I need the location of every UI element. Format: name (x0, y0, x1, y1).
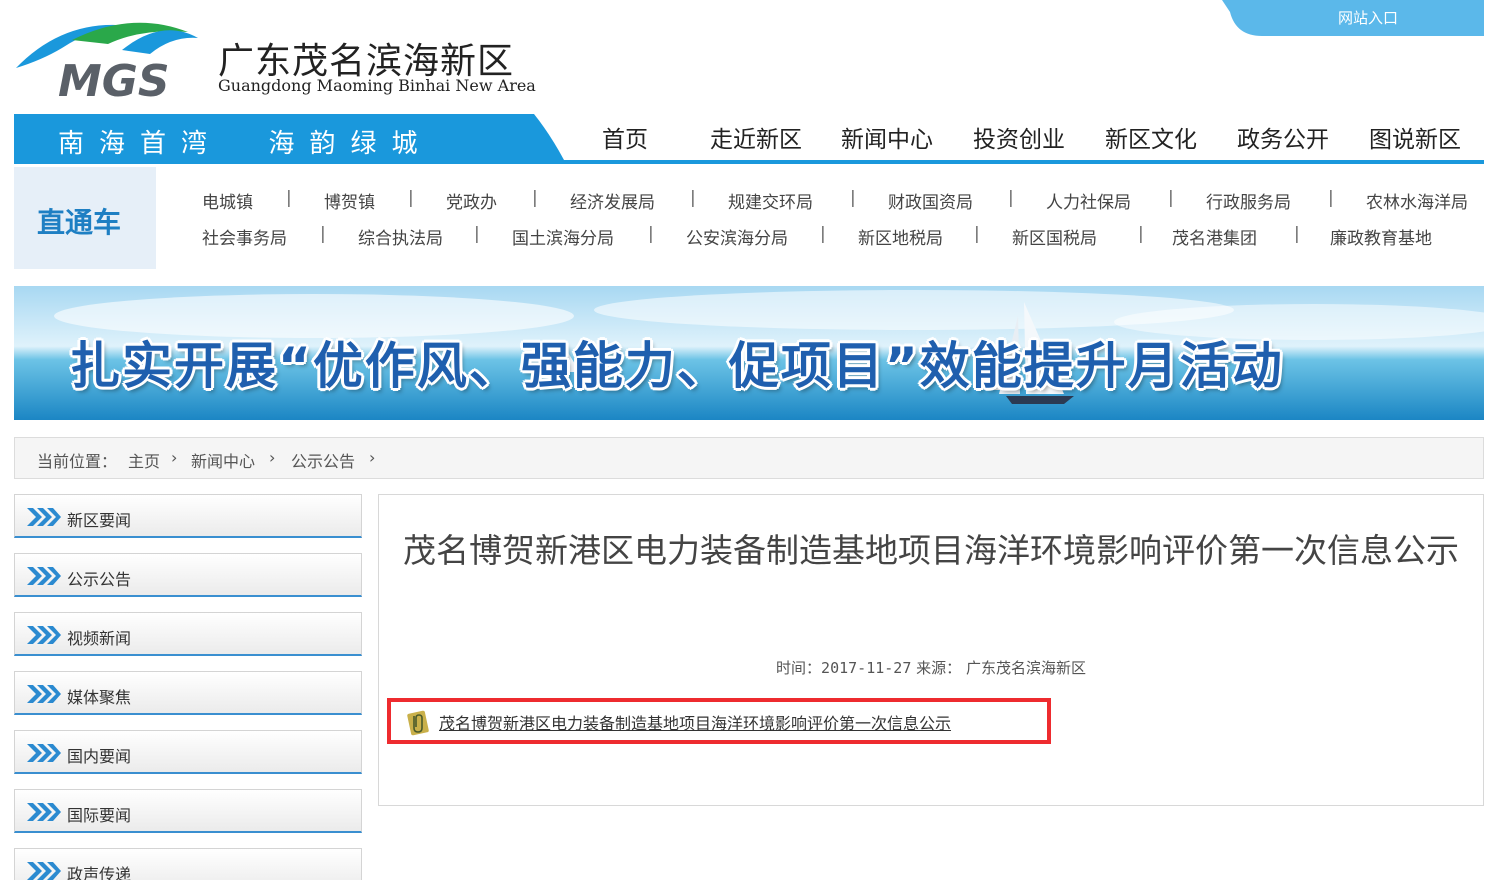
sidebar-item-notices[interactable]: 公示公告 (14, 553, 362, 597)
sidebar-item-domestic-news[interactable]: 国内要闻 (14, 730, 362, 774)
direct-link[interactable]: 农林水海洋局 (1366, 188, 1468, 213)
chevron-right-icon: › (171, 448, 178, 467)
sidebar-item-label: 政声传递 (67, 865, 132, 880)
banner-headline: 扎实开展“优作风、强能力、促项目”效能提升月活动 (70, 337, 1284, 395)
direct-link[interactable]: 新区地税局 (858, 224, 943, 249)
divider: | (408, 188, 414, 208)
sidebar-item-label: 国际要闻 (67, 806, 132, 825)
double-arrow-icon (27, 626, 61, 644)
direct-link[interactable]: 综合执法局 (358, 224, 443, 249)
direct-link[interactable]: 财政国资局 (888, 188, 973, 213)
source-label: 来源： (916, 659, 962, 677)
breadcrumb: 当前位置： 主页 › 新闻中心 › 公示公告 › (14, 437, 1484, 479)
attachment-highlight: 茂名博贺新港区电力装备制造基地项目海洋环境影响评价第一次信息公示 (387, 698, 1051, 744)
divider: | (974, 224, 980, 244)
direct-link[interactable]: 电城镇 (202, 188, 253, 213)
article-meta: 时间：2017-11-27 来源： 广东茂名滨海新区 (379, 657, 1483, 678)
direct-link[interactable]: 公安滨海分局 (686, 224, 788, 249)
divider: | (850, 188, 856, 208)
nav-news[interactable]: 新闻中心 (841, 120, 933, 154)
sidebar-item-policy-voice[interactable]: 政声传递 (14, 848, 362, 880)
time-label: 时间： (776, 659, 822, 677)
direct-link[interactable]: 行政服务局 (1206, 188, 1291, 213)
divider: | (648, 224, 654, 244)
sidebar-item-international-news[interactable]: 国际要闻 (14, 789, 362, 833)
sidebar-item-district-news[interactable]: 新区要闻 (14, 494, 362, 538)
site-name-en: Guangdong Maoming Binhai New Area (218, 76, 536, 95)
double-arrow-icon (27, 744, 61, 762)
direct-link[interactable]: 博贺镇 (324, 188, 375, 213)
nav-gallery[interactable]: 图说新区 (1369, 120, 1461, 154)
sidebar-item-label: 新区要闻 (67, 511, 132, 530)
nav-government[interactable]: 政务公开 (1237, 120, 1329, 154)
article-panel: 茂名博贺新港区电力装备制造基地项目海洋环境影响评价第一次信息公示 时间：2017… (378, 494, 1484, 806)
double-arrow-icon (27, 862, 61, 880)
nav-about[interactable]: 走近新区 (710, 120, 802, 154)
direct-link[interactable]: 廉政教育基地 (1330, 224, 1432, 249)
direct-links-panel: 直通车 电城镇 | 博贺镇 | 党政办 | 经济发展局 | 规建交环局 | 财政… (14, 167, 1484, 269)
nav-home[interactable]: 首页 (602, 120, 648, 154)
sidebar-item-media-focus[interactable]: 媒体聚焦 (14, 671, 362, 715)
sidebar-item-label: 国内要闻 (67, 747, 132, 766)
direct-link[interactable]: 党政办 (446, 188, 497, 213)
article-date: 2017-11-27 (821, 659, 912, 677)
divider: | (474, 224, 480, 244)
breadcrumb-news[interactable]: 新闻中心 (191, 448, 255, 472)
divider: | (1138, 224, 1144, 244)
divider: | (1168, 188, 1174, 208)
divider: | (1294, 224, 1300, 244)
direct-link[interactable]: 经济发展局 (570, 188, 655, 213)
chevron-right-icon: › (269, 448, 276, 467)
direct-link[interactable]: 国土滨海分局 (512, 224, 614, 249)
breadcrumb-label: 当前位置： (37, 452, 118, 471)
divider: | (820, 224, 826, 244)
divider: | (1008, 188, 1014, 208)
direct-link[interactable]: 新区国税局 (1012, 224, 1097, 249)
breadcrumb-home[interactable]: 主页 (128, 448, 160, 472)
double-arrow-icon (27, 567, 61, 585)
double-arrow-icon (27, 508, 61, 526)
divider: | (1328, 188, 1334, 208)
article-title: 茂名博贺新港区电力装备制造基地项目海洋环境影响评价第一次信息公示 (403, 531, 1459, 570)
sidebar-item-video-news[interactable]: 视频新闻 (14, 612, 362, 656)
nav-invest[interactable]: 投资创业 (973, 120, 1065, 154)
double-arrow-icon (27, 803, 61, 821)
divider: | (690, 188, 696, 208)
direct-link[interactable]: 社会事务局 (202, 224, 287, 249)
direct-title: 直通车 (37, 206, 122, 239)
paperclip-icon (407, 710, 429, 736)
mgs-logo-icon[interactable]: MGS (12, 10, 202, 102)
direct-link[interactable]: 人力社保局 (1046, 188, 1131, 213)
main-nav: 南海首湾 海韵绿城 首页 走近新区 新闻中心 投资创业 新区文化 政务公开 图说… (14, 114, 1484, 164)
sidebar-item-label: 视频新闻 (67, 629, 132, 648)
divider: | (532, 188, 538, 208)
breadcrumb-notices[interactable]: 公示公告 (291, 448, 355, 472)
nav-culture[interactable]: 新区文化 (1105, 120, 1197, 154)
portal-entry-link[interactable]: 网站入口 (1338, 7, 1398, 28)
site-header: MGS 广东茂名滨海新区 Guangdong Maoming Binhai Ne… (0, 0, 1497, 110)
article-source: 广东茂名滨海新区 (965, 659, 1086, 677)
campaign-banner[interactable]: 扎实开展“优作风、强能力、促项目”效能提升月活动 (14, 286, 1484, 420)
direct-links: 电城镇 | 博贺镇 | 党政办 | 经济发展局 | 规建交环局 | 财政国资局 … (156, 167, 1484, 269)
chevron-right-icon: › (369, 448, 376, 467)
divider: | (286, 188, 292, 208)
direct-link[interactable]: 茂名港集团 (1172, 224, 1257, 249)
sidebar-item-label: 公示公告 (67, 570, 132, 589)
direct-link[interactable]: 规建交环局 (728, 188, 813, 213)
slogan: 南海首湾 海韵绿城 (58, 129, 433, 159)
logo-text: MGS (58, 56, 170, 102)
divider: | (320, 224, 326, 244)
sidebar-item-label: 媒体聚焦 (67, 688, 132, 707)
attachment-link[interactable]: 茂名博贺新港区电力装备制造基地项目海洋环境影响评价第一次信息公示 (439, 710, 951, 734)
double-arrow-icon (27, 685, 61, 703)
direct-title-box: 直通车 (14, 167, 156, 269)
